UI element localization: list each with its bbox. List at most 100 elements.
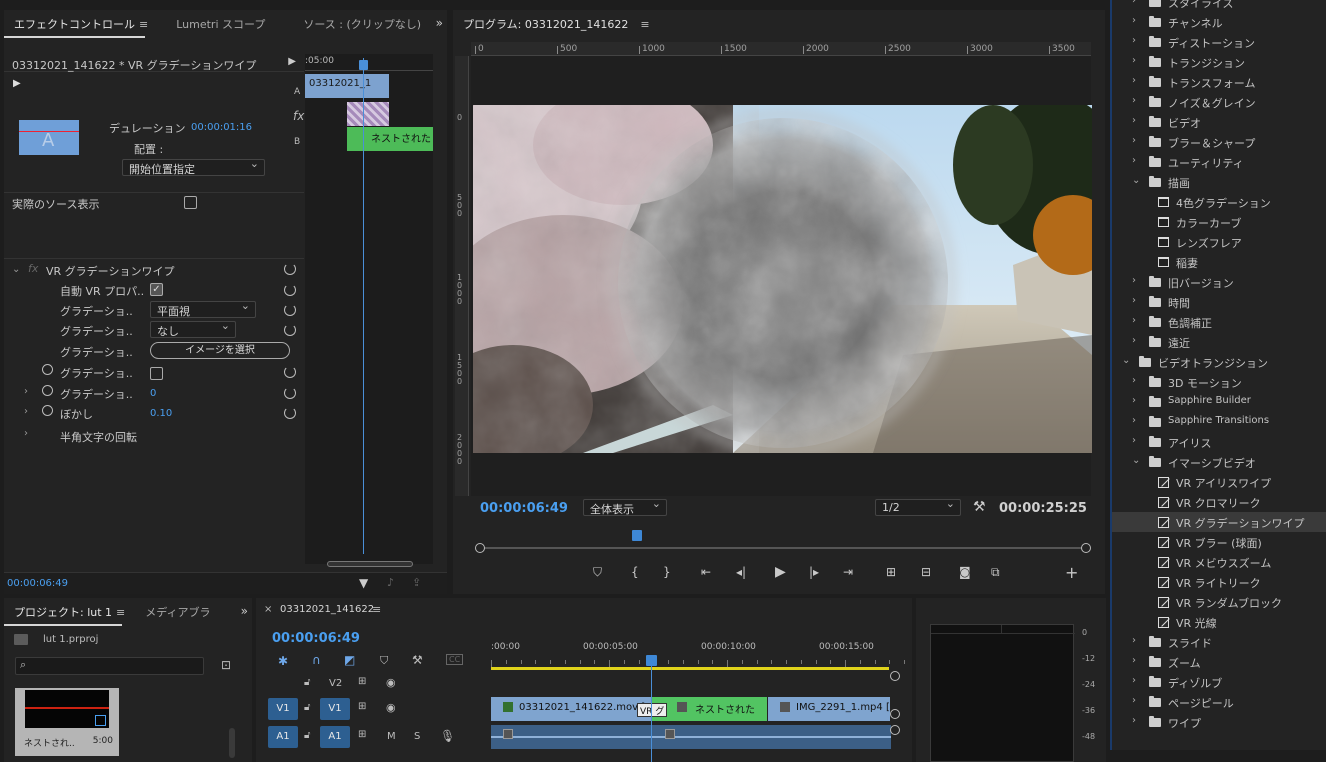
chevron-right-icon[interactable]: › — [1132, 35, 1136, 46]
chevron-right-icon[interactable]: › — [1132, 435, 1136, 446]
auto-vr-checkbox[interactable]: ✓ — [150, 283, 163, 296]
show-actual-sources-checkbox[interactable] — [184, 196, 197, 209]
scrub-start-handle[interactable] — [475, 543, 485, 553]
solo-button[interactable]: S — [414, 731, 420, 742]
reset-icon[interactable] — [284, 284, 296, 296]
target-track-a1[interactable]: A1 — [320, 726, 350, 748]
mini-playhead[interactable] — [363, 58, 364, 554]
transition-marker[interactable]: VR グ — [637, 703, 667, 717]
effect-item[interactable]: VR クロマリーク — [1112, 492, 1326, 512]
effect-folder[interactable]: › ブラー＆シャープ — [1112, 132, 1326, 152]
track-lock-icon[interactable]: 🔓︎ — [304, 730, 310, 741]
chevron-right-icon[interactable]: › — [1132, 395, 1136, 406]
source-patch-a1[interactable]: A1 — [268, 726, 298, 748]
chevron-right-icon[interactable]: › — [1132, 115, 1136, 126]
effect-folder[interactable]: › Sapphire Builder — [1112, 392, 1326, 412]
fit-dropdown[interactable]: 全体表示 — [583, 497, 667, 516]
mini-playhead-handle[interactable] — [359, 60, 368, 70]
tab-menu-icon[interactable]: ≡ — [116, 606, 125, 619]
alignment-dropdown[interactable]: 開始位置指定 — [122, 157, 265, 176]
button-editor-plus-icon[interactable]: + — [1065, 563, 1078, 582]
mini-clip-b[interactable]: ネストされた — [347, 127, 433, 151]
panel-overflow-icon[interactable]: » — [241, 604, 248, 618]
effect-folder[interactable]: › アイリス — [1112, 432, 1326, 452]
effect-item[interactable]: VR ライトリーク — [1112, 572, 1326, 592]
project-item-thumbnail[interactable]: ネストされ.. 5:00 — [15, 688, 119, 756]
chevron-down-icon[interactable]: ⌄ — [1132, 455, 1140, 466]
stopwatch-icon[interactable] — [42, 364, 53, 375]
effect-folder[interactable]: ⌄ 描画 — [1112, 172, 1326, 192]
add-marker-icon[interactable]: ⛉ — [593, 565, 602, 580]
settings-wrench-icon[interactable]: ⚒ — [973, 499, 986, 515]
mark-out-icon[interactable]: } — [663, 565, 671, 579]
chevron-right-icon[interactable]: › — [1132, 715, 1136, 726]
eye-icon[interactable]: ◉ — [386, 676, 396, 689]
timeline-clip[interactable]: 03312021_141622.mov [ — [491, 697, 651, 721]
effect-folder[interactable]: ⌄ イマーシブビデオ — [1112, 452, 1326, 472]
tab-effect-controls[interactable]: エフェクトコントロール — [4, 16, 145, 38]
tab-lumetri-scopes[interactable]: Lumetri スコープ — [166, 16, 275, 32]
chevron-right-icon[interactable]: › — [1132, 655, 1136, 666]
tab-source[interactable]: ソース : (クリップなし) — [293, 16, 431, 32]
reset-icon[interactable] — [284, 366, 296, 378]
effect-item[interactable]: VR メビウスズーム — [1112, 552, 1326, 572]
chevron-right-icon[interactable]: › — [1132, 415, 1136, 426]
param-value[interactable]: 0 — [150, 388, 156, 399]
effect-item[interactable]: VR ランダムブロック — [1112, 592, 1326, 612]
reset-icon[interactable] — [284, 324, 296, 336]
eye-icon[interactable]: ◉ — [386, 701, 396, 714]
chevron-right-icon[interactable]: › — [1132, 335, 1136, 346]
effect-folder[interactable]: › ディゾルブ — [1112, 672, 1326, 692]
effect-folder[interactable]: › 遠近 — [1112, 332, 1326, 352]
effect-item[interactable]: VR 光線 — [1112, 612, 1326, 632]
effect-folder[interactable]: › 旧バージョン — [1112, 272, 1326, 292]
reset-icon[interactable] — [284, 304, 296, 316]
linked-selection-icon[interactable]: ◩ — [344, 653, 355, 667]
snap-icon[interactable]: ∩ — [312, 653, 321, 667]
effect-item[interactable]: 4色グラデーション — [1112, 192, 1326, 212]
timeline-playhead-line[interactable] — [651, 656, 652, 762]
lift-icon[interactable]: ⊞ — [886, 565, 896, 579]
chevron-right-icon[interactable]: › — [1132, 275, 1136, 286]
go-to-out-icon[interactable]: ⇥ — [843, 565, 853, 579]
expand-chevron-icon[interactable]: › — [24, 406, 28, 417]
stopwatch-icon[interactable] — [42, 405, 53, 416]
reset-icon[interactable] — [284, 407, 296, 419]
chevron-right-icon[interactable]: › — [1132, 55, 1136, 66]
gradient-layout-dropdown[interactable]: 平面視 — [150, 299, 256, 318]
effect-folder[interactable]: › ユーティリティ — [1112, 152, 1326, 172]
tab-menu-icon[interactable]: ≡ — [139, 18, 148, 31]
sync-lock-icon[interactable]: ⊞ — [358, 729, 366, 740]
mini-transition-block[interactable] — [347, 102, 389, 126]
chevron-right-icon[interactable]: › — [1132, 15, 1136, 26]
timeline-clip[interactable]: ネストされた — [651, 697, 767, 721]
reset-icon[interactable] — [284, 387, 296, 399]
duration-value[interactable]: 00:00:01:16 — [191, 122, 252, 133]
effect-folder[interactable]: ⌄ ビデオトランジション — [1112, 352, 1326, 372]
track-lock-icon[interactable]: 🔓︎ — [304, 677, 310, 688]
source-patch-v1[interactable]: V1 — [268, 698, 298, 720]
play-icon[interactable]: ▶ — [775, 564, 786, 580]
chevron-right-icon[interactable]: › — [1132, 375, 1136, 386]
effect-item[interactable]: VR グラデーションワイプ — [1112, 512, 1326, 532]
effect-folder[interactable]: › 時間 — [1112, 292, 1326, 312]
export-icon[interactable]: ⇪ — [412, 576, 421, 589]
audio-clip[interactable] — [491, 725, 891, 749]
chevron-right-icon[interactable]: › — [1132, 135, 1136, 146]
footer-timecode[interactable]: 00:00:06:49 — [7, 578, 68, 589]
target-track-v1[interactable]: V1 — [320, 698, 350, 720]
gradient-layer-dropdown[interactable]: なし — [150, 319, 236, 338]
timeline-playhead-handle[interactable] — [646, 655, 657, 666]
timeline-scroll-handle[interactable] — [890, 725, 900, 735]
audio-only-icon[interactable]: ♪ — [387, 576, 394, 589]
chevron-down-icon[interactable]: ⌄ — [1132, 175, 1140, 186]
effect-folder[interactable]: › 3D モーション — [1112, 372, 1326, 392]
program-menu-icon[interactable]: ≡ — [640, 18, 649, 31]
tab-media-browser[interactable]: メディアブラ — [135, 604, 220, 620]
mini-clip-a[interactable]: 03312021_1 — [305, 74, 389, 98]
project-search-input[interactable]: ⌕ — [15, 657, 204, 675]
effect-folder[interactable]: › トランジション — [1112, 52, 1326, 72]
add-marker-icon[interactable]: ⛉ — [380, 654, 388, 668]
sequence-tab[interactable]: 03312021_141622 — [280, 604, 374, 615]
program-video-frame[interactable] — [473, 105, 1092, 453]
